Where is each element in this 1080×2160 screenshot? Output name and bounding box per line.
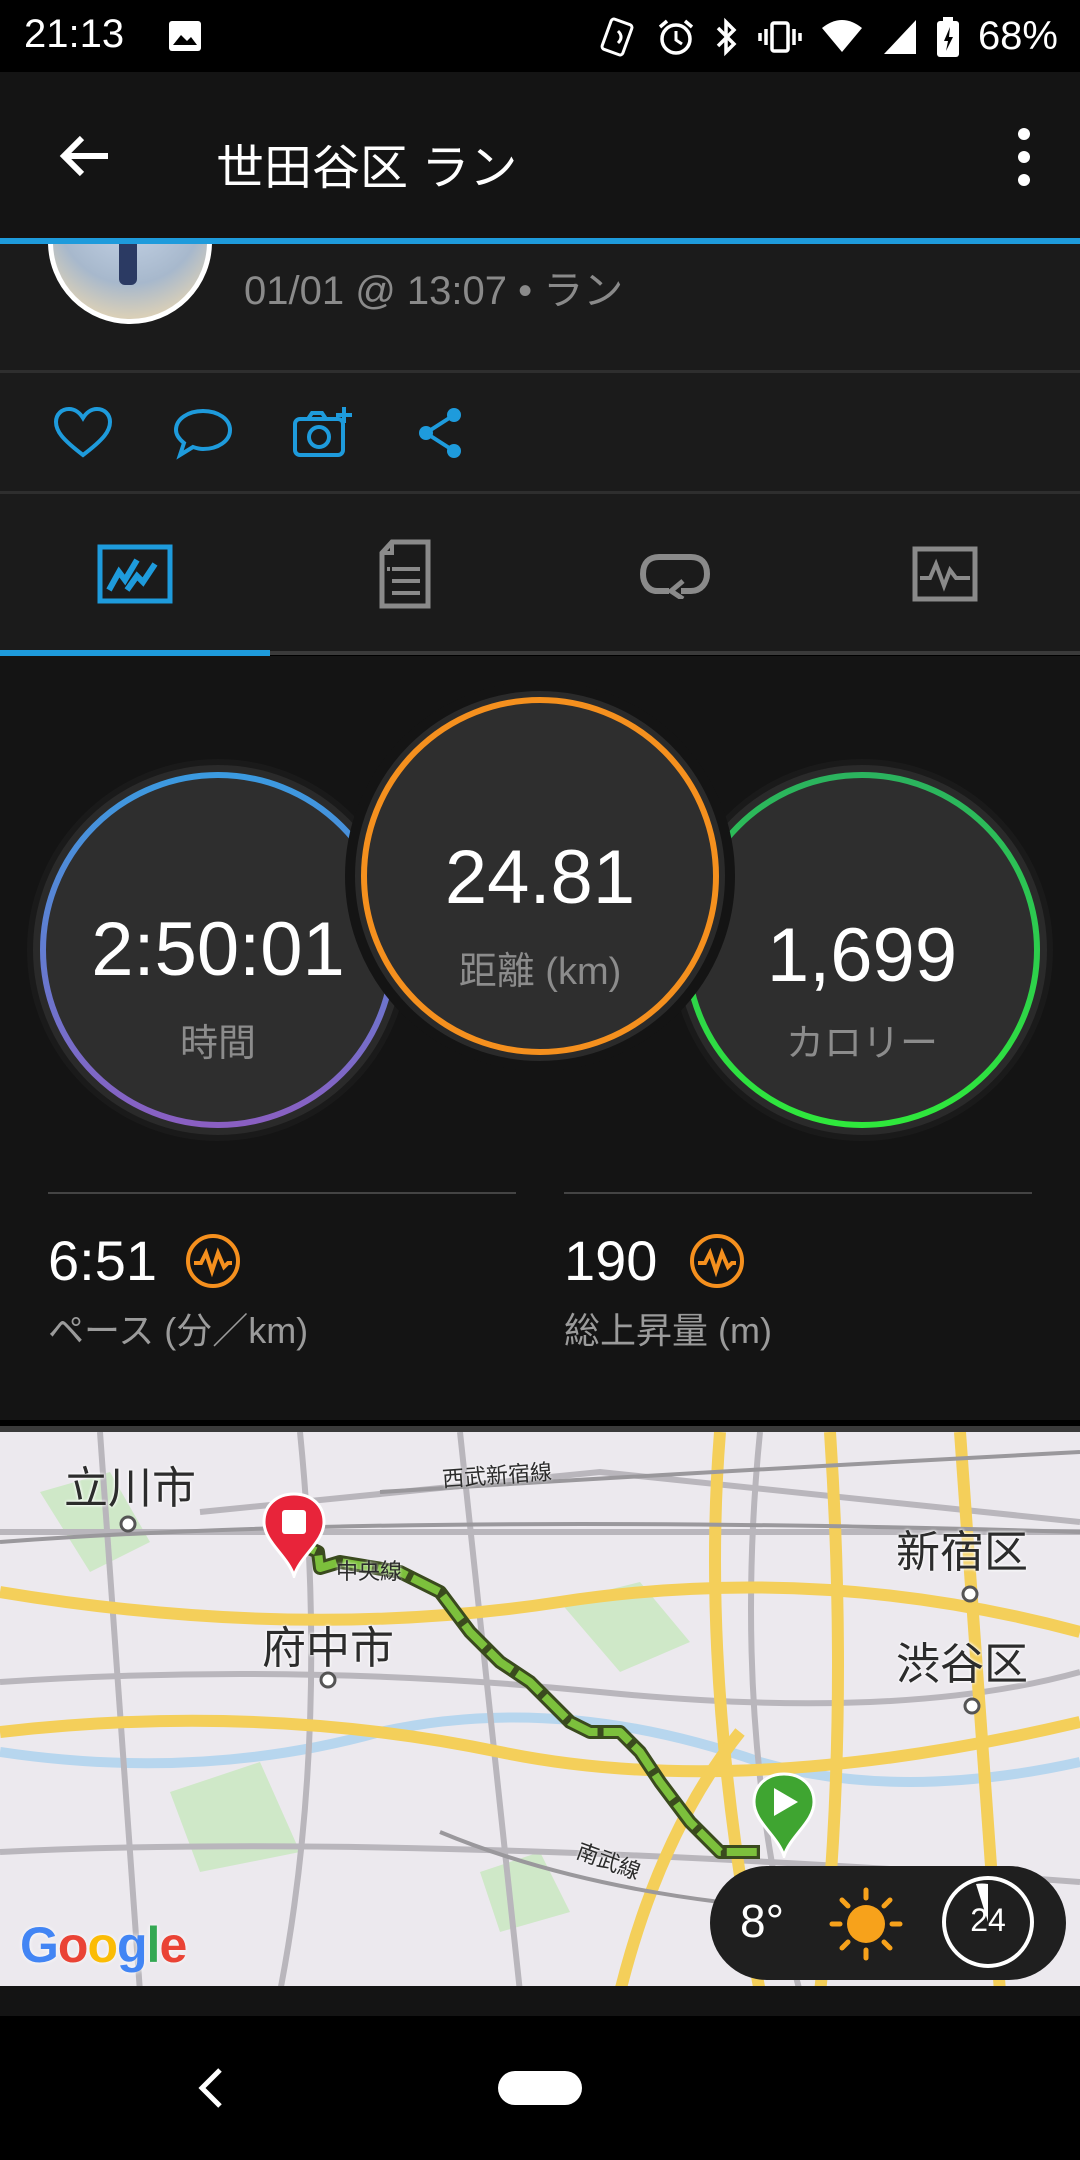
stat-divider — [48, 1192, 516, 1194]
wind-speed-value: 24 — [970, 1902, 1006, 1938]
map-label-shinjuku: 新宿区 — [896, 1528, 1028, 1577]
tab-baseline — [270, 651, 1080, 655]
bluetooth-icon — [716, 17, 737, 56]
weather-summary: 8° 24 — [710, 1866, 1066, 1980]
map-label-chuo-line: 中央線 — [336, 1559, 403, 1584]
ascent-label: 総上昇量 (m) — [564, 1310, 772, 1351]
google-attribution: Google — [20, 1917, 187, 1973]
share-icon[interactable] — [412, 405, 474, 461]
signal-icon — [883, 19, 916, 54]
pace-label: ペース (分／km) — [48, 1310, 309, 1351]
activity-meta: 01/01 @ 13:07 • ラン — [244, 269, 624, 313]
battery-percent: 68% — [977, 14, 1058, 58]
map-label-tachikawa: 立川市 — [64, 1464, 196, 1513]
status-time: 21:13 — [24, 12, 125, 56]
activity-header: 01/01 @ 13:07 • ラン — [0, 244, 1080, 370]
chart-icon — [912, 546, 978, 602]
vibrate-icon — [758, 20, 802, 53]
nav-back-icon[interactable] — [190, 2058, 230, 2118]
bottom-gap — [0, 1986, 1080, 2016]
calories-label: カロリー — [785, 1023, 938, 1065]
back-button[interactable] — [50, 126, 120, 186]
status-icons: 68% — [600, 14, 1058, 59]
avatar[interactable] — [48, 244, 212, 324]
document-icon — [379, 539, 431, 609]
tab-details[interactable] — [270, 494, 540, 654]
nav-home-button[interactable] — [498, 2071, 582, 2105]
sun-icon — [829, 1887, 903, 1961]
time-label: 時間 — [179, 1023, 256, 1065]
battery-icon — [936, 16, 959, 57]
tab-charts[interactable] — [810, 494, 1080, 654]
page-title: 世田谷区 ラン — [216, 142, 518, 195]
tab-row — [0, 494, 1080, 654]
overflow-menu-button[interactable] — [1006, 124, 1042, 190]
more-vert-icon — [1018, 128, 1030, 186]
tab-laps[interactable] — [540, 494, 810, 654]
distance-value: 24.81 — [444, 835, 636, 920]
ascent-chart-icon[interactable] — [688, 1232, 746, 1290]
wifi-icon — [821, 19, 862, 52]
calories-value: 1,699 — [766, 913, 958, 998]
ascent-value: 190 — [564, 1229, 658, 1292]
alarm-icon — [658, 19, 694, 55]
tab-stats[interactable] — [0, 494, 270, 654]
start-marker-icon[interactable] — [752, 1772, 816, 1858]
arrow-left-icon — [59, 135, 108, 177]
temperature-value: 8° — [740, 1895, 784, 1947]
status-bar: 21:13 68% — [0, 0, 1080, 72]
image-icon — [169, 21, 201, 51]
map-label-fuchu: 府中市 — [262, 1624, 394, 1673]
map-label-shibuya: 渋谷区 — [896, 1640, 1028, 1689]
like-icon[interactable] — [52, 405, 114, 461]
route-map[interactable]: 立川市 府中市 新宿区 渋谷区 西武新宿線 中央線 南武線 Google 8° … — [0, 1426, 1080, 1986]
pace-value: 6:51 — [48, 1229, 157, 1292]
action-row — [0, 373, 1080, 491]
system-nav-bar — [0, 2016, 1080, 2160]
wind-indicator: 24 — [942, 1876, 1034, 1968]
pace-chart-icon[interactable] — [184, 1232, 242, 1290]
comment-icon[interactable] — [172, 405, 234, 461]
finish-marker-icon[interactable] — [262, 1492, 326, 1578]
loop-icon — [639, 554, 711, 599]
nfc-icon — [600, 17, 634, 56]
time-value: 2:50:01 — [91, 907, 345, 992]
stat-divider — [564, 1192, 1032, 1194]
stats-area: 2:50:01 時間 24.81 距離 (km) 1,699 カロリー 6:51… — [0, 656, 1080, 1420]
stats-tab-icon — [97, 544, 173, 604]
distance-label: 距離 (km) — [458, 951, 622, 993]
app-bar: 世田谷区 ラン — [0, 72, 1080, 242]
add-photo-icon[interactable] — [292, 405, 354, 461]
